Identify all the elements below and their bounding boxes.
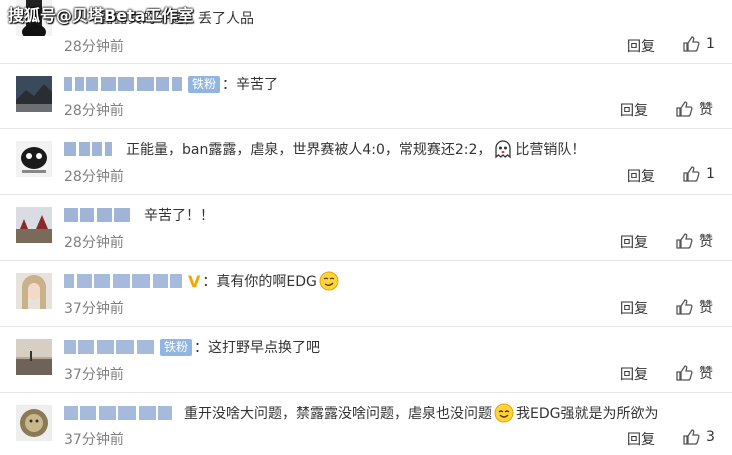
comment-text-end: 我EDG强就是为所欲为	[516, 406, 659, 422]
ghost-emoji-icon	[495, 140, 512, 159]
reply-button[interactable]: 回复	[620, 100, 648, 120]
reply-button[interactable]: 回复	[627, 429, 655, 449]
username[interactable]	[64, 77, 182, 91]
avatar[interactable]	[16, 405, 52, 441]
comment-item: 正能量，ban露露，虐泉，世界赛被人4:0，常规赛还2:2， 比营销队！ 28分…	[0, 129, 732, 195]
like-button[interactable]: 1	[682, 165, 715, 183]
comment-time: 37分钟前	[64, 432, 124, 448]
avatar[interactable]	[16, 141, 52, 177]
reply-button[interactable]: 回复	[627, 166, 655, 186]
like-button[interactable]: 赞	[675, 231, 713, 251]
comment-text: 重开没啥大问题，禁露露没啥问题，虐泉也没问题	[184, 406, 492, 422]
like-button[interactable]: 3	[682, 428, 715, 446]
like-count: 赞	[699, 234, 713, 250]
comment-text: 辛苦了！！	[144, 208, 214, 224]
thumbs-up-icon	[676, 233, 693, 249]
avatar[interactable]	[16, 339, 52, 375]
like-button[interactable]: 赞	[675, 297, 713, 317]
comment-text: ：辛苦了	[222, 77, 279, 93]
comment-time: 28分钟前	[64, 103, 124, 119]
comment-item: 辛苦了！！ 28分钟前 回复 赞	[0, 195, 732, 261]
username[interactable]	[64, 208, 130, 222]
comment-time: 28分钟前	[64, 169, 124, 185]
comment-item: V ：真有你的啊EDG 37分钟前 回复 赞	[0, 261, 732, 327]
thumbs-up-icon	[676, 365, 693, 381]
comment-text: 正能量，ban露露，虐泉，世界赛被人4:0，常规赛还2:2，	[126, 142, 492, 158]
username[interactable]	[64, 406, 172, 420]
like-count: 赞	[699, 300, 713, 316]
comment-text: ：真有你的啊EDG	[202, 274, 317, 290]
like-button[interactable]: 赞	[675, 99, 713, 119]
reply-button[interactable]: 回复	[627, 36, 655, 56]
comment-item: 铁粉 ：辛苦了 28分钟前 回复 赞	[0, 64, 732, 129]
thumbs-up-icon	[683, 166, 700, 182]
comment-item: 重开没啥大问题，禁露露没啥问题，虐泉也没问题 我EDG强就是为所欲为 37分钟前…	[0, 393, 732, 455]
avatar[interactable]	[16, 273, 52, 309]
username[interactable]	[64, 340, 154, 354]
avatar[interactable]	[16, 76, 52, 112]
thumbs-up-icon	[683, 36, 700, 52]
reply-button[interactable]: 回复	[620, 232, 648, 252]
comment-text: ：这打野早点换了吧	[194, 340, 321, 356]
reply-button[interactable]: 回复	[620, 364, 648, 384]
thumbs-up-icon	[683, 429, 700, 445]
like-count: 1	[706, 36, 715, 52]
happy-face-emoji-icon	[494, 403, 514, 423]
vip-badge-icon: V	[188, 271, 201, 291]
fan-badge: 铁粉	[188, 75, 221, 93]
username[interactable]	[64, 142, 112, 156]
thumbs-up-icon	[676, 101, 693, 117]
username[interactable]	[64, 274, 182, 288]
smug-face-emoji-icon	[319, 271, 339, 291]
like-count: 赞	[699, 102, 713, 118]
comment-item: 铁粉 ：这打野早点换了吧 37分钟前 回复 赞	[0, 327, 732, 393]
comment-time: 28分钟前	[64, 39, 124, 55]
comment-time: 37分钟前	[64, 301, 124, 317]
thumbs-up-icon	[676, 299, 693, 315]
like-count: 赞	[699, 366, 713, 382]
comment-time: 28分钟前	[64, 235, 124, 251]
comment-time: 37分钟前	[64, 367, 124, 383]
like-button[interactable]: 赞	[675, 363, 713, 383]
like-button[interactable]: 1	[682, 35, 715, 53]
reply-button[interactable]: 回复	[620, 298, 648, 318]
comment-text-end: 比营销队！	[515, 142, 586, 158]
watermark: 搜狐号@贝塔Beta工作室	[8, 6, 194, 25]
like-count: 1	[706, 166, 715, 182]
avatar[interactable]	[16, 207, 52, 243]
fan-badge: 铁粉	[160, 338, 193, 356]
like-count: 3	[706, 429, 715, 445]
